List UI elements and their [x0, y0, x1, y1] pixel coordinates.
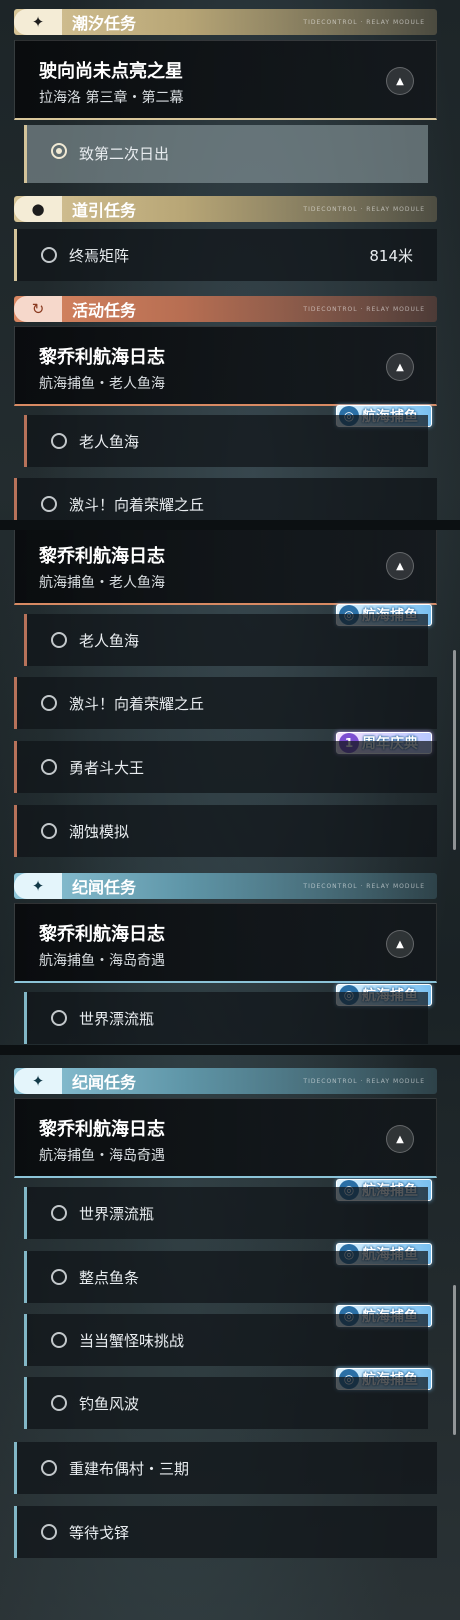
refresh-icon: ↻ [14, 296, 62, 322]
event-task-item-label: 潮蚀模拟 [69, 823, 130, 841]
event-task-item[interactable]: 勇者斗大王 [14, 741, 437, 793]
event-task-item[interactable]: 激斗！向着荣耀之丘 [14, 677, 437, 729]
chronicle-task-header-title: 纪闻任务 [72, 878, 137, 897]
radio-icon [51, 433, 67, 449]
chronicle-task-item-label: 钓鱼风波 [79, 1395, 140, 1413]
event-task-subtitle: 航海捕鱼・老人鱼海 [39, 575, 165, 591]
chronicle-task-card[interactable]: 黎乔利航海日志 航海捕鱼・海岛奇遇 ▲ [14, 1098, 437, 1178]
chronicle-task-item-label: 等待戈铎 [69, 1524, 130, 1542]
event-task-subtitle: 航海捕鱼・老人鱼海 [39, 376, 165, 392]
screen-1: ✦ 潮汐任务 TIDECONTROL · RELAY MODULE 驶向尚未点亮… [0, 0, 460, 520]
chronicle-task-item[interactable]: 世界漂流瓶 [24, 1187, 428, 1239]
event-task-item-label: 老人鱼海 [79, 632, 140, 650]
screen-3: ✦ 纪闻任务 TIDECONTROL · RELAY MODULE 黎乔利航海日… [0, 1055, 460, 1620]
collapse-icon[interactable]: ▲ [386, 67, 414, 95]
chronicle-task-subtitle: 航海捕鱼・海岛奇遇 [39, 953, 165, 969]
radio-icon [41, 247, 57, 263]
header-deco: TIDECONTROL · RELAY MODULE [303, 882, 425, 890]
event-task-item-label: 老人鱼海 [79, 433, 140, 451]
radio-selected-icon [51, 143, 67, 159]
chronicle-task-item[interactable]: 等待戈铎 [14, 1506, 437, 1558]
collapse-icon[interactable]: ▲ [386, 1125, 414, 1153]
tide-task-header-title: 潮汐任务 [72, 14, 137, 33]
screen-2: 黎乔利航海日志 航海捕鱼・老人鱼海 ▲ ◎ 航海捕鱼 老人鱼海 激斗！向着荣耀之… [0, 530, 460, 1045]
tide-task-item[interactable]: 致第二次日出 [24, 125, 428, 183]
screen-separator [0, 520, 460, 530]
event-task-card[interactable]: 黎乔利航海日志 航海捕鱼・老人鱼海 ▲ [14, 326, 437, 406]
scrollbar[interactable] [453, 650, 456, 850]
guide-task-item-label: 终焉矩阵 [69, 247, 130, 265]
guide-task-item[interactable]: 终焉矩阵 814米 [14, 229, 437, 281]
chronicle-task-header[interactable]: ✦ 纪闻任务 TIDECONTROL · RELAY MODULE [14, 873, 437, 899]
event-task-item-label: 激斗！向着荣耀之丘 [69, 496, 205, 514]
tide-task-card[interactable]: 驶向尚未点亮之星 拉海洛 第三章・第二幕 ▲ [14, 40, 437, 120]
event-task-card[interactable]: 黎乔利航海日志 航海捕鱼・老人鱼海 ▲ [14, 530, 437, 605]
chronicle-task-subtitle: 航海捕鱼・海岛奇遇 [39, 1148, 165, 1164]
event-task-title: 黎乔利航海日志 [39, 347, 165, 368]
guide-task-distance: 814米 [369, 247, 413, 265]
sparkle-icon: ✦ [14, 9, 62, 35]
radio-icon [51, 632, 67, 648]
event-task-item-label: 激斗！向着荣耀之丘 [69, 695, 205, 713]
event-task-header-title: 活动任务 [72, 301, 137, 320]
chronicle-task-header-title: 纪闻任务 [72, 1073, 137, 1092]
chronicle-task-header[interactable]: ✦ 纪闻任务 TIDECONTROL · RELAY MODULE [14, 1068, 437, 1094]
chronicle-task-title: 黎乔利航海日志 [39, 1119, 165, 1140]
event-task-item-label: 勇者斗大王 [69, 759, 145, 777]
header-deco: TIDECONTROL · RELAY MODULE [303, 205, 425, 213]
header-deco: TIDECONTROL · RELAY MODULE [303, 1077, 425, 1085]
radio-icon [41, 1524, 57, 1540]
chronicle-task-item[interactable]: 世界漂流瓶 [24, 992, 428, 1044]
chronicle-task-card[interactable]: 黎乔利航海日志 航海捕鱼・海岛奇遇 ▲ [14, 903, 437, 983]
radio-icon [51, 1395, 67, 1411]
chronicle-task-item[interactable]: 重建布偶村・三期 [14, 1442, 437, 1494]
radio-icon [41, 759, 57, 775]
radio-icon [41, 496, 57, 512]
event-task-item[interactable]: 老人鱼海 [24, 415, 428, 467]
tide-task-header[interactable]: ✦ 潮汐任务 TIDECONTROL · RELAY MODULE [14, 9, 437, 35]
chronicle-task-item-label: 世界漂流瓶 [79, 1010, 155, 1028]
sparkle-icon: ✦ [14, 1068, 62, 1094]
guide-task-header-title: 道引任务 [72, 201, 137, 220]
tide-task-item-label: 致第二次日出 [79, 145, 170, 163]
collapse-icon[interactable]: ▲ [386, 552, 414, 580]
event-task-header[interactable]: ↻ 活动任务 TIDECONTROL · RELAY MODULE [14, 296, 437, 322]
chronicle-task-item-label: 世界漂流瓶 [79, 1205, 155, 1223]
radio-icon [41, 695, 57, 711]
chronicle-task-item-label: 重建布偶村・三期 [69, 1460, 190, 1478]
radio-icon [41, 823, 57, 839]
chronicle-task-item-label: 当当蟹怪味挑战 [79, 1332, 185, 1350]
chronicle-task-item-label: 整点鱼条 [79, 1269, 140, 1287]
screen-separator [0, 1045, 460, 1055]
location-pin-icon: ● [14, 196, 62, 222]
event-task-title: 黎乔利航海日志 [39, 546, 165, 567]
radio-icon [51, 1205, 67, 1221]
sparkle-icon: ✦ [14, 873, 62, 899]
radio-icon [51, 1010, 67, 1026]
chronicle-task-item[interactable]: 当当蟹怪味挑战 [24, 1314, 428, 1366]
tide-task-title: 驶向尚未点亮之星 [39, 61, 183, 82]
guide-task-header[interactable]: ● 道引任务 TIDECONTROL · RELAY MODULE [14, 196, 437, 222]
chronicle-task-title: 黎乔利航海日志 [39, 924, 165, 945]
chronicle-task-item[interactable]: 钓鱼风波 [24, 1377, 428, 1429]
tide-task-subtitle: 拉海洛 第三章・第二幕 [39, 90, 184, 106]
radio-icon [41, 1460, 57, 1476]
event-task-item[interactable]: 潮蚀模拟 [14, 805, 437, 857]
radio-icon [51, 1269, 67, 1285]
header-deco: TIDECONTROL · RELAY MODULE [303, 18, 425, 26]
event-task-item-partial[interactable]: 激斗！向着荣耀之丘 [14, 478, 437, 520]
collapse-icon[interactable]: ▲ [386, 930, 414, 958]
radio-icon [51, 1332, 67, 1348]
collapse-icon[interactable]: ▲ [386, 353, 414, 381]
event-task-item[interactable]: 老人鱼海 [24, 614, 428, 666]
scrollbar[interactable] [453, 1285, 456, 1435]
chronicle-task-item[interactable]: 整点鱼条 [24, 1251, 428, 1303]
header-deco: TIDECONTROL · RELAY MODULE [303, 305, 425, 313]
